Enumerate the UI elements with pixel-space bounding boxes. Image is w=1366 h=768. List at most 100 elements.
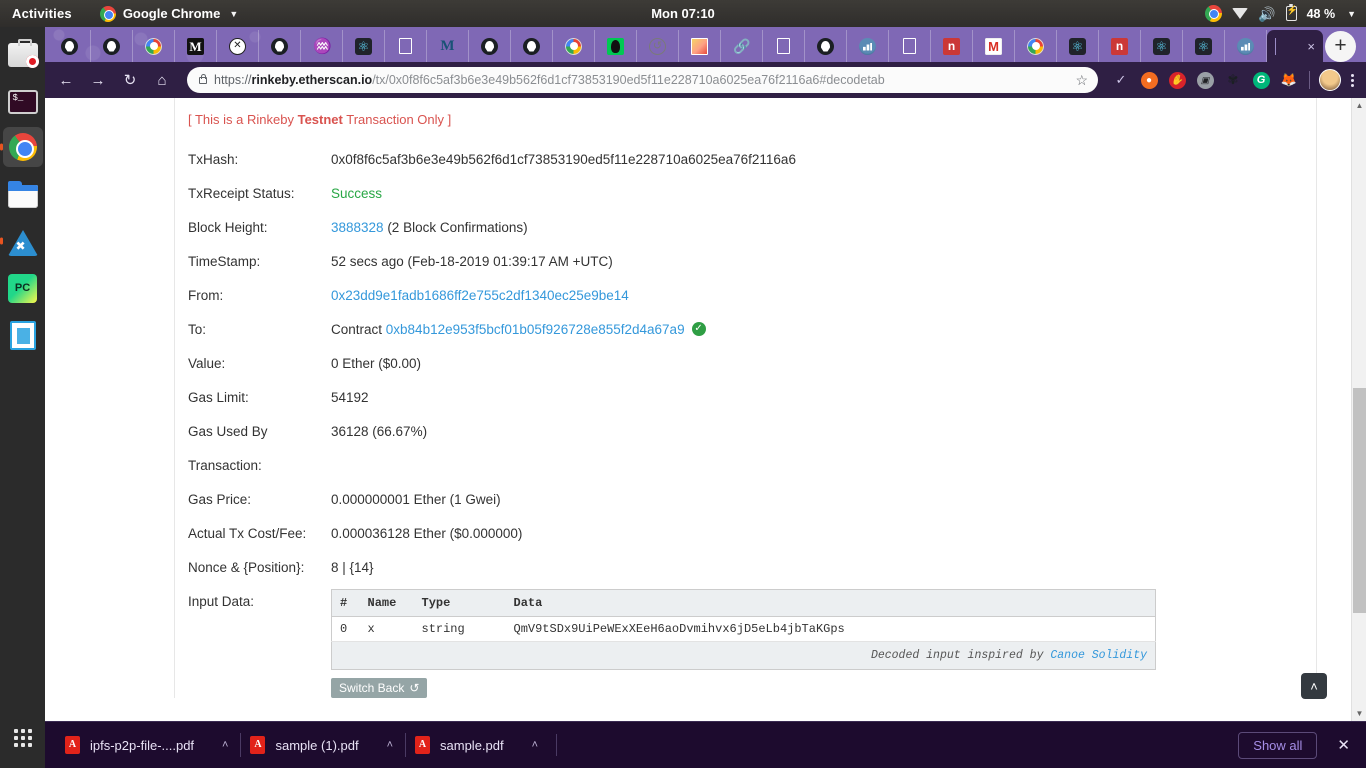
canoe-solidity-link[interactable]: Canoe Solidity [1050, 649, 1147, 662]
dock-item-pycharm[interactable]: PC [3, 268, 43, 308]
row-label: Gas Used By Transaction: [188, 424, 268, 473]
block-confirmations: (2 Block Confirmations) [383, 220, 528, 235]
reload-button[interactable]: ↻ [117, 67, 143, 93]
browser-tab[interactable] [763, 30, 805, 62]
dock-item-libreoffice[interactable] [3, 315, 43, 355]
grammarly-extension-icon[interactable]: G [1250, 69, 1272, 91]
browser-tab[interactable]: M [175, 30, 217, 62]
battery-icon [1285, 3, 1297, 21]
chevron-up-icon[interactable]: ˄ [387, 739, 393, 751]
browser-tab[interactable] [91, 30, 133, 62]
row-label: TimeStamp: [188, 254, 261, 269]
table-row: Block Height: 3888328 (2 Block Confirmat… [45, 211, 1351, 245]
checkmark-extension-icon[interactable]: ✓ [1110, 69, 1132, 91]
dock-item-terminal[interactable]: $_ [3, 80, 43, 120]
dock-item-vscode[interactable] [3, 221, 43, 261]
google-icon [1027, 37, 1044, 55]
scrollbar-up-arrow[interactable]: ▲ [1352, 98, 1366, 113]
downloads-shelf: ipfs-p2p-file-....pdf ˄ sample (1).pdf ˄… [45, 721, 1366, 768]
row-label: Gas Limit: [188, 390, 249, 405]
from-address-link[interactable]: 0x23dd9e1fadb1686ff2e755c2df1340ec25e9be… [331, 288, 629, 303]
browser-tab[interactable]: n [931, 30, 973, 62]
browser-tab[interactable] [847, 30, 889, 62]
to-contract-link[interactable]: 0xb84b12e953f5bcf01b05f926728e855f2d4a67… [386, 322, 685, 337]
kebab-menu-icon[interactable] [1347, 73, 1358, 87]
metamask-extension-icon[interactable]: 🦊 [1278, 69, 1300, 91]
browser-tab[interactable] [973, 30, 1015, 62]
browser-tab[interactable] [553, 30, 595, 62]
browser-tab[interactable] [385, 30, 427, 62]
browser-tab[interactable] [721, 30, 763, 62]
switch-back-button[interactable]: Switch Back ↺ [331, 678, 428, 698]
browser-tab[interactable]: M [427, 30, 469, 62]
block-height-link[interactable]: 3888328 [331, 220, 384, 235]
dark-extension-icon[interactable]: ✾ [1222, 69, 1244, 91]
avatar[interactable] [1319, 69, 1341, 91]
url-scheme: https:// [214, 73, 252, 87]
address-bar[interactable]: https://rinkeby.etherscan.io/tx/0x0f8f6c… [187, 67, 1098, 93]
activities-button[interactable]: Activities [12, 6, 72, 21]
react-icon [1195, 37, 1212, 55]
home-button[interactable]: ⌂ [149, 67, 175, 93]
browser-tab[interactable] [511, 30, 553, 62]
video-extension-icon[interactable]: ▣ [1194, 69, 1216, 91]
browser-tab[interactable] [889, 30, 931, 62]
input-data-row: Input Data: # Name Type Data 0 x string … [45, 585, 1351, 698]
browser-tab[interactable] [1183, 30, 1225, 62]
browser-tab[interactable] [1057, 30, 1099, 62]
libreoffice-icon [9, 320, 36, 350]
show-applications-button[interactable] [3, 718, 43, 758]
browser-tab[interactable] [133, 30, 175, 62]
chevron-up-icon[interactable]: ˄ [532, 739, 538, 751]
browser-tab[interactable] [343, 30, 385, 62]
page-scrollbar[interactable]: ▲ ▼ [1351, 98, 1366, 721]
download-item[interactable]: ipfs-p2p-file-....pdf ˄ [55, 729, 240, 761]
scrollbar-down-arrow[interactable]: ▼ [1352, 706, 1366, 721]
scrollbar-thumb[interactable] [1353, 388, 1366, 613]
scroll-to-top-button[interactable]: ˄ [1301, 673, 1327, 699]
grid-apps-icon [13, 729, 32, 747]
browser-tab-active-etherscan[interactable]: × [1267, 30, 1323, 62]
back-button[interactable]: ← [53, 67, 79, 93]
browser-tab[interactable] [1225, 30, 1267, 62]
download-name: sample.pdf [440, 737, 504, 753]
system-status-area[interactable]: 🔊 48 % ▼ [1205, 3, 1356, 22]
chevron-up-icon[interactable]: ˄ [222, 739, 228, 751]
browser-tab[interactable] [217, 30, 259, 62]
download-item[interactable]: sample.pdf ˄ [405, 729, 550, 761]
dock-item-ubuntu-software[interactable] [3, 33, 43, 73]
dock-item-files[interactable] [3, 174, 43, 214]
medium-blue-icon: M [440, 37, 455, 54]
table-row: Gas Price: 0.000000001 Ether (1 Gwei) [45, 483, 1351, 517]
browser-tab[interactable] [1015, 30, 1057, 62]
browser-tab[interactable] [1141, 30, 1183, 62]
browser-tab[interactable] [805, 30, 847, 62]
download-item[interactable]: sample (1).pdf ˄ [240, 729, 405, 761]
row-value-value: 0 Ether ($0.00) [331, 356, 422, 371]
row-value-gas-limit: 54192 [331, 390, 369, 405]
chrome-icon [99, 5, 116, 22]
browser-tab[interactable] [469, 30, 511, 62]
bookmark-star-icon[interactable]: ☆ [1075, 72, 1088, 89]
browser-tab[interactable] [679, 30, 721, 62]
browser-tab[interactable] [49, 30, 91, 62]
browser-tab[interactable] [259, 30, 301, 62]
new-tab-button[interactable]: + [1325, 30, 1356, 62]
browser-tab[interactable]: n [1099, 30, 1141, 62]
close-icon[interactable]: × [1307, 40, 1315, 53]
orange-extension-icon[interactable]: ● [1138, 69, 1160, 91]
browser-tab[interactable] [637, 30, 679, 62]
forward-button[interactable]: → [85, 67, 111, 93]
browser-tab[interactable] [595, 30, 637, 62]
show-all-downloads-button[interactable]: Show all [1238, 731, 1318, 759]
pdf-icon [415, 736, 431, 754]
pdf-icon [65, 736, 80, 754]
column-header-data: Data [505, 589, 1156, 617]
chrome-tray-icon[interactable] [1205, 5, 1223, 22]
browser-tab[interactable] [301, 30, 343, 62]
dock-item-google-chrome[interactable] [2, 127, 43, 167]
tab-separator [1275, 37, 1276, 55]
adblock-extension-icon[interactable]: ✋ [1166, 69, 1188, 91]
app-menu-chrome[interactable]: Google Chrome ▼ [99, 5, 238, 22]
close-shelf-icon[interactable]: ✕ [1331, 736, 1356, 754]
